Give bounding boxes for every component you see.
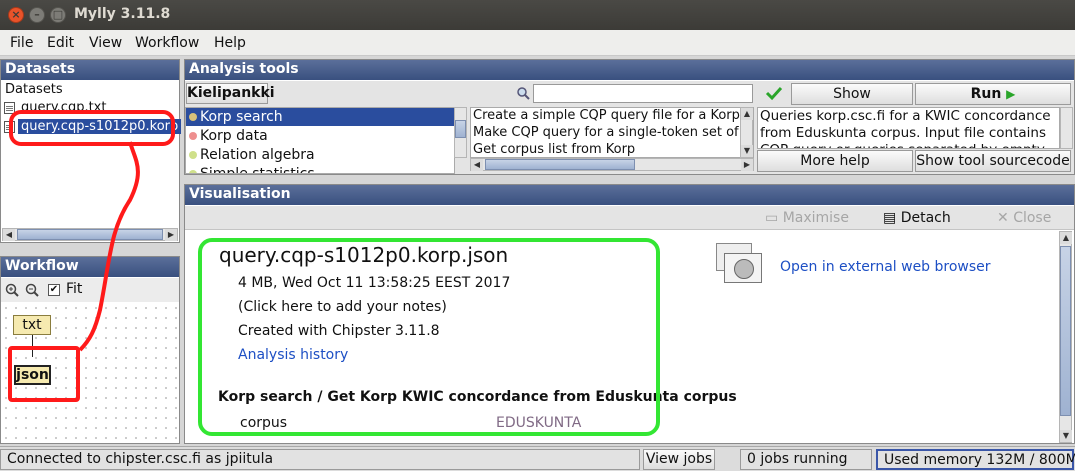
run-label: Run bbox=[970, 86, 1002, 102]
play-icon: ▶ bbox=[1006, 87, 1016, 101]
check-icon bbox=[765, 86, 783, 101]
jobs-running: 0 jobs running bbox=[740, 449, 872, 470]
analysis-tools-panel: Analysis tools Kielipankki Korp search Ko… bbox=[184, 59, 1075, 175]
more-help-button[interactable]: More help bbox=[757, 150, 913, 172]
close-label: Close bbox=[1013, 210, 1052, 226]
browser-icon[interactable] bbox=[716, 243, 764, 285]
tool-item-label: Korp data bbox=[200, 128, 268, 144]
tool-desc-item[interactable]: Get corpus list from Korp bbox=[473, 142, 635, 157]
detach-label: Detach bbox=[900, 210, 951, 226]
show-tool-sourcecode-button[interactable]: Show tool sourcecode bbox=[915, 150, 1071, 172]
desc-vscrollbar[interactable]: ▲ ▼ bbox=[740, 107, 753, 158]
run-button[interactable]: Run ▶ bbox=[915, 83, 1071, 105]
scroll-up-icon[interactable]: ▲ bbox=[1060, 232, 1072, 244]
statusbar: Connected to chipster.csc.fi as jpiitula… bbox=[0, 446, 1075, 471]
tool-item[interactable]: Simple statistics bbox=[186, 165, 454, 174]
tool-item[interactable]: Relation algebra bbox=[186, 146, 454, 164]
view-jobs-button[interactable]: View jobs bbox=[643, 449, 715, 470]
tool-item-label: Korp search bbox=[200, 109, 283, 125]
detach-button[interactable]: ▤ Detach bbox=[883, 210, 951, 226]
datasets-header: Datasets bbox=[1, 60, 179, 80]
window-minimize-button[interactable]: – bbox=[29, 7, 45, 23]
scroll-left-icon[interactable]: ◀ bbox=[471, 159, 483, 171]
window-maximize-button[interactable]: □ bbox=[50, 7, 66, 23]
open-external-browser-link[interactable]: Open in external web browser bbox=[780, 259, 991, 275]
tool-desc-item[interactable]: Create a simple CQP query file for a Kor… bbox=[473, 108, 753, 123]
workflow-node-txt[interactable]: txt bbox=[13, 315, 51, 335]
window-title: Mylly 3.11.8 bbox=[74, 6, 171, 22]
tool-description-list: Create a simple CQP query file for a Kor… bbox=[470, 107, 754, 158]
scroll-thumb[interactable] bbox=[455, 120, 466, 138]
tools-vscrollbar[interactable] bbox=[454, 107, 467, 158]
menu-edit[interactable]: Edit bbox=[47, 35, 74, 51]
scroll-up-icon[interactable]: ▲ bbox=[741, 108, 753, 120]
menu-workflow[interactable]: Workflow bbox=[135, 35, 199, 51]
menubar: File Edit View Workflow Help bbox=[0, 30, 1075, 56]
annotation-line bbox=[78, 141, 140, 352]
visualisation-vscrollbar[interactable]: ▲ ▼ bbox=[1059, 231, 1072, 443]
tool-color-dot-icon bbox=[189, 113, 197, 121]
visualisation-header: Visualisation bbox=[185, 185, 1074, 205]
scroll-right-icon[interactable]: ▶ bbox=[741, 159, 753, 171]
tool-desc-item[interactable]: Make CQP query for a single-token set of… bbox=[473, 125, 750, 140]
tool-item-label: Relation algebra bbox=[200, 147, 315, 163]
scroll-left-icon[interactable]: ◀ bbox=[3, 229, 15, 241]
close-button[interactable]: ✕ Close bbox=[997, 210, 1051, 226]
desc-hscrollbar[interactable]: ◀ ▶ bbox=[470, 158, 754, 171]
tool-color-dot-icon bbox=[189, 132, 197, 140]
maximise-label: Maximise bbox=[782, 210, 849, 226]
zoom-out-icon[interactable] bbox=[25, 283, 39, 297]
search-icon bbox=[517, 87, 530, 100]
scroll-thumb[interactable] bbox=[485, 159, 635, 170]
tool-list: Korp search Korp data Relation algebra Simp… bbox=[185, 107, 455, 174]
tool-color-dot-icon bbox=[189, 151, 197, 159]
category-kielipankki[interactable]: Kielipankki bbox=[186, 83, 275, 104]
scroll-down-icon[interactable]: ▼ bbox=[741, 145, 753, 157]
datasets-root: Datasets bbox=[5, 82, 63, 97]
visualisation-toolbar: ▭ Maximise ▤ Detach ✕ Close bbox=[185, 206, 1074, 230]
window-titlebar: × – □ Mylly 3.11.8 bbox=[0, 0, 1075, 30]
connection-status: Connected to chipster.csc.fi as jpiitula bbox=[0, 449, 640, 470]
scroll-thumb[interactable] bbox=[1060, 246, 1071, 416]
fit-checkbox[interactable]: ✔ bbox=[48, 284, 60, 296]
minimize-icon: – bbox=[34, 8, 40, 21]
maximise-button[interactable]: ▭ Maximise bbox=[765, 210, 849, 226]
zoom-in-icon[interactable] bbox=[5, 283, 19, 297]
menu-view[interactable]: View bbox=[89, 35, 122, 51]
analysis-tools-header: Analysis tools bbox=[185, 60, 1074, 80]
menu-file[interactable]: File bbox=[10, 35, 33, 51]
tool-color-dot-icon bbox=[189, 170, 197, 173]
scroll-right-icon[interactable]: ▶ bbox=[165, 229, 177, 241]
scroll-down-icon[interactable]: ▼ bbox=[1060, 430, 1072, 442]
description-vscrollbar[interactable] bbox=[1060, 107, 1073, 149]
tool-item-label: Simple statistics bbox=[200, 166, 315, 174]
tool-item[interactable]: Korp search bbox=[186, 108, 454, 126]
detach-icon: ▤ bbox=[883, 210, 897, 226]
tool-search-input[interactable] bbox=[533, 84, 753, 103]
close-icon: ✕ bbox=[997, 210, 1009, 226]
window-close-button[interactable]: × bbox=[8, 7, 24, 23]
maximise-icon: ▭ bbox=[765, 210, 779, 226]
close-icon: × bbox=[11, 8, 21, 21]
highlight-visualisation bbox=[198, 238, 660, 436]
tool-description-text: Queries korp.csc.fi for a KWIC concordan… bbox=[757, 107, 1060, 149]
maximize-icon: □ bbox=[52, 8, 64, 21]
memory-usage: Used memory 132M / 800M bbox=[876, 449, 1075, 470]
menu-help[interactable]: Help bbox=[214, 35, 246, 51]
show-parameters-button[interactable]: Show parameters bbox=[791, 83, 913, 122]
tool-item[interactable]: Korp data bbox=[186, 127, 454, 145]
